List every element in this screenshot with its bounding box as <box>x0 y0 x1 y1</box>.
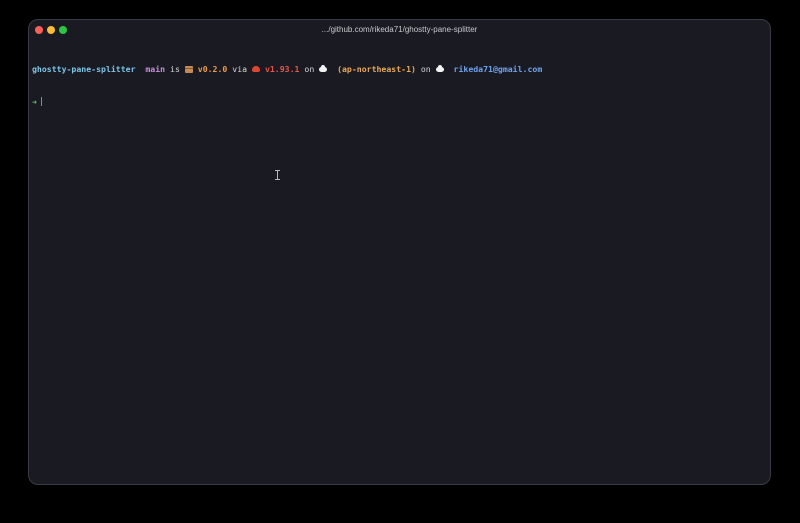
prompt-directory: ghostty-pane-splitter <box>32 64 136 74</box>
cloud-icon <box>319 65 328 72</box>
window-title: .../github.com/rikeda71/ghostty-pane-spl… <box>321 25 478 34</box>
crab-icon <box>252 66 261 72</box>
prompt-arrow-icon: ➜ <box>32 97 37 107</box>
title-bar[interactable]: .../github.com/rikeda71/ghostty-pane-spl… <box>29 20 770 40</box>
prompt-package-version: v0.2.0 <box>197 64 228 74</box>
ibeam-cursor-icon <box>275 170 281 180</box>
prompt-word-on: on <box>304 64 315 74</box>
prompt-word-is: is <box>170 64 180 74</box>
input-line[interactable]: ➜ <box>32 97 766 108</box>
prompt-word-on: on <box>420 64 431 74</box>
prompt-line: ghostty-pane-splitter main is v0.2.0 via… <box>32 64 766 75</box>
prompt-account-email: rikeda71@gmail.com <box>453 64 543 74</box>
terminal-content[interactable]: ghostty-pane-splitter main is v0.2.0 via… <box>32 42 766 480</box>
package-icon <box>184 66 193 73</box>
prompt-rust-version: v1.93.1 <box>264 64 300 74</box>
cloud-icon <box>435 65 444 72</box>
prompt-git-branch: main <box>145 64 166 74</box>
prompt-aws-region: (ap-northeast-1) <box>337 64 416 74</box>
terminal-window: .../github.com/rikeda71/ghostty-pane-spl… <box>28 19 771 485</box>
prompt-word-via: via <box>232 64 248 74</box>
text-cursor <box>40 97 42 106</box>
